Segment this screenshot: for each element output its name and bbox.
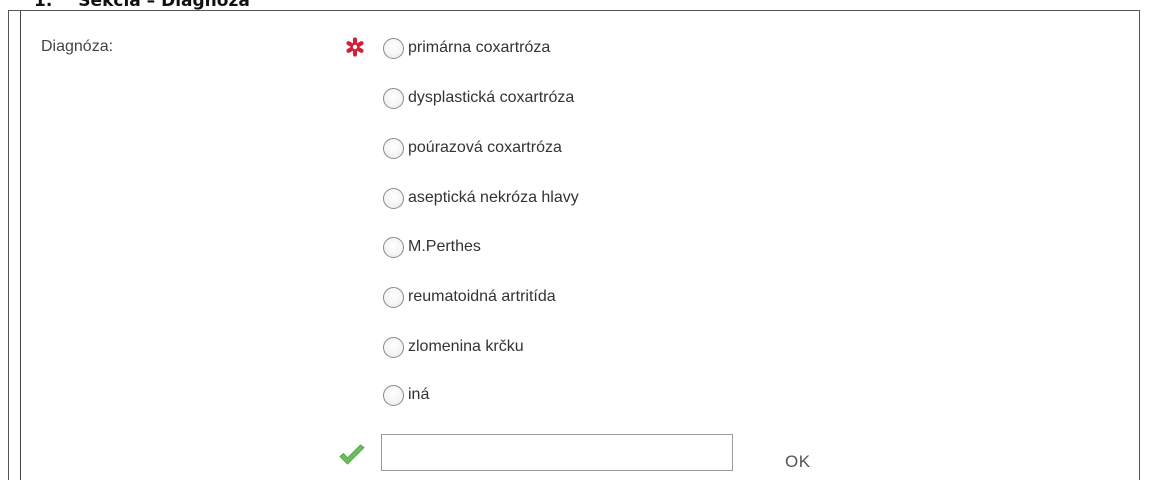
diagnosis-label: Diagnóza: — [41, 38, 114, 55]
frame-inner-border — [20, 11, 21, 480]
radio-button[interactable] — [383, 286, 404, 308]
required-asterisk-icon — [344, 36, 366, 58]
form-page: 1. Sekcia – Diagnóza Diagnóza: primárna c… — [0, 0, 1162, 480]
other-diagnosis-input[interactable] — [381, 434, 733, 471]
option-label: aseptická nekróza hlavy — [408, 189, 579, 206]
form-frame — [8, 10, 1140, 480]
radio-button[interactable] — [383, 187, 404, 209]
radio-button[interactable] — [383, 37, 404, 59]
option-perthes[interactable]: M.Perthes — [383, 234, 481, 260]
option-dysplastic-coxarthrosis[interactable]: dysplastická coxartróza — [383, 85, 574, 111]
option-label: dysplastická coxartróza — [408, 89, 575, 106]
option-femoral-neck-fracture[interactable]: zlomenina krčku — [383, 334, 524, 360]
option-label: iná — [408, 386, 430, 403]
option-label: reumatoidná artritída — [408, 288, 556, 305]
option-primary-coxarthrosis[interactable]: primárna coxartróza — [383, 35, 550, 61]
option-label: zlomenina krčku — [408, 338, 524, 355]
radio-button[interactable] — [383, 336, 404, 358]
radio-button[interactable] — [383, 87, 404, 109]
ok-button[interactable]: OK — [785, 452, 811, 472]
option-label: M.Perthes — [408, 238, 481, 255]
option-label: poúrazová coxartróza — [408, 139, 562, 156]
radio-button[interactable] — [383, 137, 404, 159]
checkmark-icon — [338, 444, 366, 468]
option-aseptic-necrosis[interactable]: aseptická nekróza hlavy — [383, 185, 579, 211]
radio-button[interactable] — [383, 236, 404, 258]
option-rheumatoid-arthritis[interactable]: reumatoidná artritída — [383, 284, 556, 310]
option-other[interactable]: iná — [383, 382, 429, 408]
option-label: primárna coxartróza — [408, 39, 551, 56]
option-posttraumatic-coxarthrosis[interactable]: poúrazová coxartróza — [383, 135, 562, 161]
radio-button[interactable] — [383, 384, 404, 406]
